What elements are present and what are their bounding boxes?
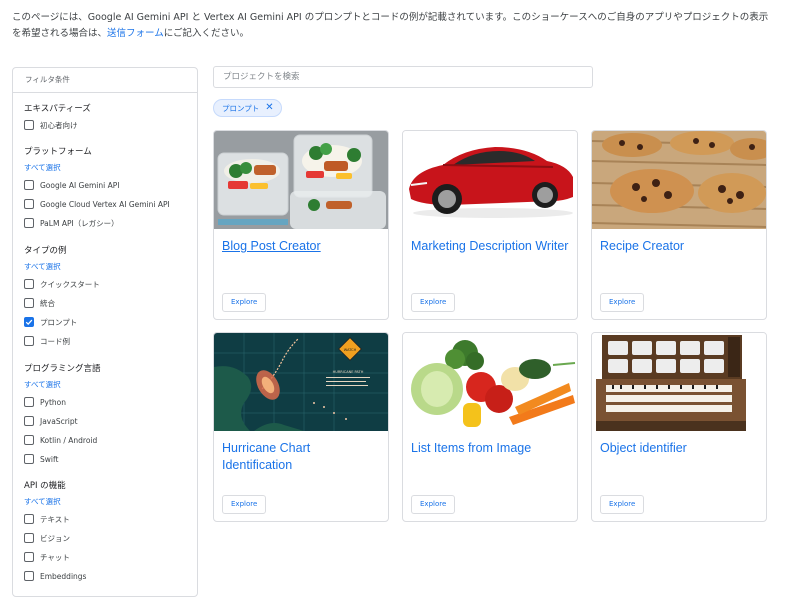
explore-button[interactable]: Explore [222, 495, 267, 514]
filter-group-title-language: プログラミング言語 [24, 364, 101, 374]
filter-option-integration[interactable]: 統合 [24, 297, 55, 309]
hurricane-chart-caption: HURRICANE PATH [333, 370, 364, 374]
select-all-language-link[interactable]: すべて選択 [24, 379, 61, 390]
filter-option-label: Embeddings [40, 571, 87, 581]
filter-option-quickstart[interactable]: クイックスタート [24, 278, 100, 290]
filter-option-label: Kotlin / Android [40, 435, 98, 445]
checkbox[interactable] [24, 279, 34, 289]
checkbox[interactable] [24, 218, 34, 228]
checkmark-icon [25, 319, 33, 325]
filter-option-label: Python [40, 397, 66, 407]
filter-option-label: プロンプト [40, 317, 78, 327]
filter-option-palm-api[interactable]: PaLM API（レガシー） [24, 217, 119, 229]
checkbox-checked[interactable] [24, 317, 34, 327]
hurricane-sign-text: WATCH [344, 348, 357, 352]
filter-option-chat[interactable]: チャット [24, 551, 70, 563]
hurricane-tracking-chart-image: WATCH HURRICANE PATH [214, 333, 388, 431]
explore-button[interactable]: Explore [600, 495, 645, 514]
checkbox[interactable] [24, 454, 34, 464]
filter-group-title-platform: プラットフォーム [24, 147, 92, 157]
card-title[interactable]: Hurricane Chart Identification [222, 440, 382, 474]
explore-button[interactable]: Explore [600, 293, 645, 312]
vegetables-image [403, 333, 577, 431]
filter-option-label: テキスト [40, 514, 70, 524]
filter-sidebar: フィルタ条件 エキスパティーズ 初心者向け プラットフォーム すべて選択 Goo… [12, 67, 198, 597]
project-card-hurricane-chart-identification[interactable]: WATCH HURRICANE PATH Hurricane Chart Ide… [213, 332, 389, 522]
intro-suffix: にご記入ください。 [163, 28, 250, 39]
intro-text: このページには、Google AI Gemini API と Vertex AI… [12, 10, 772, 42]
filter-group-title-example-type: タイプの例 [24, 246, 67, 256]
filter-option-beginner[interactable]: 初心者向け [24, 119, 78, 131]
explore-button[interactable]: Explore [411, 293, 456, 312]
filter-option-google-ai-gemini-api[interactable]: Google AI Gemini API [24, 179, 119, 191]
meal-prep-containers-image [214, 131, 388, 229]
project-card-object-identifier[interactable]: Object identifier Explore [591, 332, 767, 522]
filter-option-label: コード例 [40, 336, 70, 346]
card-title[interactable]: List Items from Image [411, 440, 571, 457]
checkbox[interactable] [24, 552, 34, 562]
filter-option-prompt[interactable]: プロンプト [24, 316, 77, 328]
checkbox[interactable] [24, 571, 34, 581]
checkbox[interactable] [24, 336, 34, 346]
card-title[interactable]: Marketing Description Writer [411, 238, 571, 255]
filter-option-label: Google Cloud Vertex AI Gemini API [40, 199, 170, 209]
project-search-input[interactable]: プロジェクトを検索 [213, 66, 593, 88]
project-card-blog-post-creator[interactable]: Blog Post Creator Explore [213, 130, 389, 320]
filter-option-code-example[interactable]: コード例 [24, 335, 70, 347]
checkbox[interactable] [24, 397, 34, 407]
filter-option-javascript[interactable]: JavaScript [24, 415, 78, 427]
chip-label: プロンプト [222, 103, 260, 113]
checkbox[interactable] [24, 298, 34, 308]
filter-option-label: 統合 [40, 298, 55, 308]
filter-option-vertex-ai-gemini-api[interactable]: Google Cloud Vertex AI Gemini API [24, 198, 170, 210]
filter-option-kotlin-android[interactable]: Kotlin / Android [24, 434, 97, 446]
checkbox[interactable] [24, 180, 34, 190]
filter-group-title-api-features: API の機能 [24, 481, 66, 491]
project-card-marketing-description-writer[interactable]: Marketing Description Writer Explore [402, 130, 578, 320]
pipe-organ-console-image [592, 333, 766, 431]
filter-option-label: Swift [40, 454, 59, 464]
select-all-api-features-link[interactable]: すべて選択 [24, 496, 61, 507]
filter-option-label: JavaScript [40, 416, 78, 426]
card-title[interactable]: Object identifier [600, 440, 760, 457]
filter-group-title-expertise: エキスパティーズ [24, 104, 91, 114]
filter-option-label: 初心者向け [40, 120, 78, 130]
card-title[interactable]: Blog Post Creator [222, 238, 382, 255]
project-card-recipe-creator[interactable]: Recipe Creator Explore [591, 130, 767, 320]
checkbox[interactable] [24, 533, 34, 543]
card-title[interactable]: Recipe Creator [600, 238, 760, 255]
filter-option-embeddings[interactable]: Embeddings [24, 570, 86, 582]
red-sports-car-image [403, 131, 577, 229]
filter-option-swift[interactable]: Swift [24, 453, 58, 465]
chocolate-chip-cookies-image [592, 131, 766, 229]
filter-header: フィルタ条件 [13, 68, 197, 93]
explore-button[interactable]: Explore [411, 495, 456, 514]
close-icon[interactable]: ✕ [265, 103, 273, 113]
filter-option-label: クイックスタート [40, 279, 100, 289]
filter-option-label: Google AI Gemini API [40, 180, 120, 190]
active-filter-chip[interactable]: プロンプト ✕ [213, 99, 282, 117]
project-card-list-items-from-image[interactable]: List Items from Image Explore [402, 332, 578, 522]
filter-option-python[interactable]: Python [24, 396, 66, 408]
filter-option-vision[interactable]: ビジョン [24, 532, 70, 544]
filter-option-label: チャット [40, 552, 70, 562]
select-all-example-type-link[interactable]: すべて選択 [24, 261, 61, 272]
checkbox[interactable] [24, 416, 34, 426]
filter-option-text[interactable]: テキスト [24, 513, 70, 525]
checkbox[interactable] [24, 199, 34, 209]
checkbox[interactable] [24, 120, 34, 130]
filter-option-label: PaLM API（レガシー） [40, 218, 119, 228]
filter-option-label: ビジョン [40, 533, 70, 543]
checkbox[interactable] [24, 435, 34, 445]
checkbox[interactable] [24, 514, 34, 524]
select-all-platform-link[interactable]: すべて選択 [24, 162, 61, 173]
submission-form-link[interactable]: 送信フォーム [107, 28, 164, 39]
explore-button[interactable]: Explore [222, 293, 267, 312]
